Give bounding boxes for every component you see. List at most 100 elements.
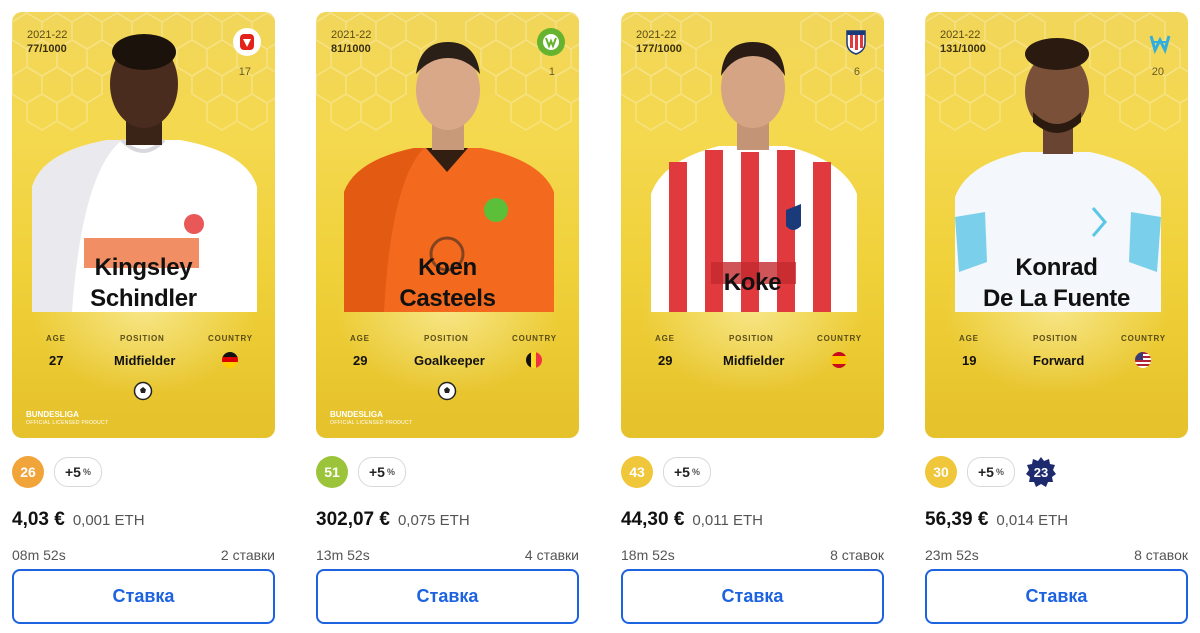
level-value: 23: [1033, 464, 1049, 480]
price-eur: 302,07 €: [316, 509, 390, 530]
time-left: 08m 52s: [12, 547, 66, 563]
bid-button[interactable]: Ставка: [925, 569, 1188, 624]
price: 4,03 € 0,001 ETH: [12, 509, 145, 531]
olympique-marseille-crest-icon: [1146, 28, 1174, 56]
shirt-number: 17: [238, 66, 251, 78]
player-score-badge: 30: [925, 456, 957, 488]
card-badges: 30 +5% 23: [925, 456, 1057, 488]
card-serial-number: 131/1000: [940, 43, 986, 55]
card-serial-number: 77/1000: [27, 43, 67, 55]
age-value: 29: [658, 353, 673, 368]
level-badge: 23: [1025, 456, 1057, 488]
auction-item: 2021-22 131/1000 20 Konrad De La Fuente …: [925, 12, 1188, 624]
xp-bonus-badge: +5%: [663, 457, 711, 487]
bid-count: 8 ставок: [830, 547, 884, 563]
bid-button[interactable]: Ставка: [12, 569, 275, 624]
card-season: 2021-22: [331, 29, 372, 41]
bid-count: 8 ставок: [1134, 547, 1188, 563]
bid-count: 4 ставки: [524, 547, 579, 563]
player-first-name: Konrad: [1015, 254, 1098, 281]
age-value: 19: [962, 353, 977, 368]
card-badges: 51 +5%: [316, 456, 406, 488]
player-score-badge: 43: [621, 456, 653, 488]
bid-count: 2 ставки: [220, 547, 275, 563]
price-eur: 44,30 €: [621, 509, 685, 530]
atletico-madrid-crest-icon: [842, 28, 870, 56]
bonus-unit: %: [691, 467, 700, 477]
age-label: AGE: [46, 334, 66, 343]
league-subtitle: OFFICIAL LICENSED PRODUCT: [330, 420, 413, 426]
spain-flag-icon: [831, 352, 847, 368]
vfl-wolfsburg-crest-icon: [537, 28, 565, 56]
age-label: AGE: [655, 334, 675, 343]
germany-flag-icon: [222, 352, 238, 368]
xp-bonus-badge: +5%: [54, 457, 102, 487]
player-name: Koen Casteels: [316, 252, 579, 314]
position-value: Midfielder: [114, 353, 176, 368]
league-name: BUNDESLIGA: [26, 410, 79, 419]
league-subtitle: OFFICIAL LICENSED PRODUCT: [26, 420, 109, 426]
xp-bonus-badge: +5%: [967, 457, 1015, 487]
player-stats: AGE POSITION COUNTRY 29 Midfielder: [621, 334, 884, 384]
auction-item: 2021-22 81/1000 1 Koen Casteels AGE POSI…: [316, 12, 579, 624]
position-label: POSITION: [1033, 334, 1078, 343]
bonus-value: +5: [65, 464, 81, 480]
auction-item: 2021-22 77/1000 17 Kingsley Schindler AG…: [12, 12, 275, 624]
card-season: 2021-22: [27, 29, 68, 41]
card-season: 2021-22: [940, 29, 981, 41]
country-label: COUNTRY: [817, 334, 862, 343]
player-first-name: [621, 252, 884, 267]
price-eth: 0,011 ETH: [692, 512, 763, 529]
bid-button[interactable]: Ставка: [621, 569, 884, 624]
bonus-unit: %: [386, 467, 395, 477]
player-last-name: De La Fuente: [982, 285, 1131, 312]
auction-item: 2021-22 177/1000 6 Koke AGE POSITION COU…: [621, 12, 884, 624]
player-card[interactable]: 2021-22 81/1000 1 Koen Casteels AGE POSI…: [316, 12, 579, 438]
player-card[interactable]: 2021-22 131/1000 20 Konrad De La Fuente …: [925, 12, 1188, 438]
card-serial-number: 177/1000: [636, 43, 682, 55]
player-score-badge: 26: [12, 456, 44, 488]
position-value: Forward: [1033, 353, 1085, 368]
player-name: Koke: [621, 252, 884, 298]
player-score-badge: 51: [316, 456, 348, 488]
bonus-unit: %: [82, 467, 91, 477]
price-eur: 4,03 €: [12, 509, 65, 530]
league-logo: BUNDESLIGA OFFICIAL LICENSED PRODUCT: [330, 410, 412, 428]
player-first-name: Koen: [418, 254, 477, 281]
age-label: AGE: [350, 334, 370, 343]
bonus-value: +5: [674, 464, 690, 480]
player-stats: AGE POSITION COUNTRY 19 Forward: [925, 334, 1188, 384]
price: 302,07 € 0,075 ETH: [316, 509, 470, 531]
bonus-unit: %: [995, 467, 1004, 477]
age-value: 29: [353, 353, 368, 368]
price-eth: 0,001 ETH: [72, 512, 145, 529]
player-first-name: Kingsley: [94, 254, 193, 281]
bonus-value: +5: [369, 464, 385, 480]
price: 44,30 € 0,011 ETH: [621, 509, 763, 531]
fc-koln-crest-icon: [233, 28, 261, 56]
bonus-value: +5: [978, 464, 994, 480]
player-card[interactable]: 2021-22 177/1000 6 Koke AGE POSITION COU…: [621, 12, 884, 438]
league-name: BUNDESLIGA: [330, 410, 383, 419]
bid-button[interactable]: Ставка: [316, 569, 579, 624]
auction-card-grid: 2021-22 77/1000 17 Kingsley Schindler AG…: [0, 0, 1200, 633]
shirt-number: 6: [853, 66, 860, 78]
age-label: AGE: [959, 334, 979, 343]
time-left: 18m 52s: [621, 547, 675, 563]
price-eur: 56,39 €: [925, 509, 989, 530]
age-value: 27: [49, 353, 64, 368]
xp-bonus-badge: +5%: [358, 457, 406, 487]
usa-flag-icon: [1135, 352, 1151, 368]
card-season: 2021-22: [636, 29, 677, 41]
country-label: COUNTRY: [512, 334, 557, 343]
price-eth: 0,014 ETH: [996, 512, 1069, 529]
card-badges: 26 +5%: [12, 456, 102, 488]
position-label: POSITION: [729, 334, 774, 343]
price: 56,39 € 0,014 ETH: [925, 509, 1068, 531]
player-card[interactable]: 2021-22 77/1000 17 Kingsley Schindler AG…: [12, 12, 275, 438]
league-logo: BUNDESLIGA OFFICIAL LICENSED PRODUCT: [26, 410, 108, 428]
shirt-number: 20: [1151, 66, 1164, 78]
player-stats: AGE POSITION COUNTRY 27 Midfielder: [12, 334, 275, 384]
position-label: POSITION: [424, 334, 469, 343]
belgium-flag-icon: [526, 352, 542, 368]
